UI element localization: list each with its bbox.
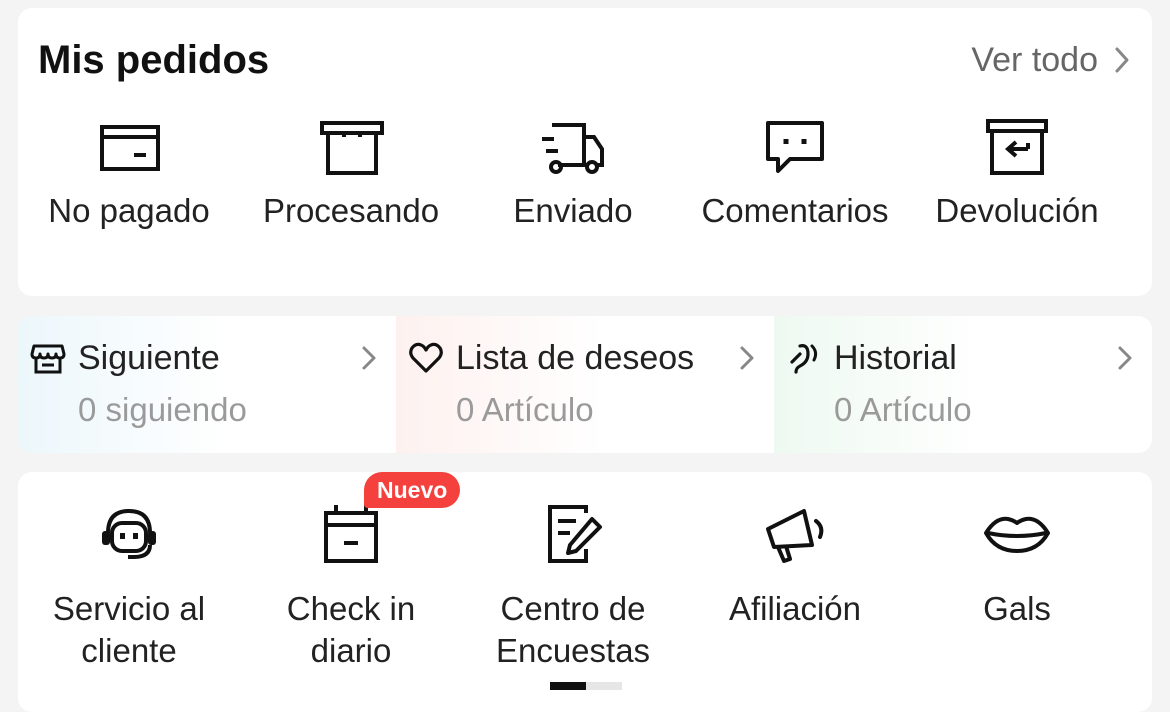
following-link[interactable]: Siguiente 0 siguiendo [18,316,396,453]
store-icon [30,340,66,376]
return-icon [982,108,1052,188]
affiliate-label: Afiliación [728,590,862,627]
services-card: Servicio al cliente Check in diario Cent… [18,472,1152,712]
orders-header: Mis pedidos Ver todo [38,36,1132,86]
order-return[interactable]: Devolución [906,108,1128,232]
orders-card: Mis pedidos Ver todo No pagado Procesand… [18,8,1152,296]
order-comments-label: Comentarios [701,192,889,229]
history-link[interactable]: Historial 0 Artículo [774,316,1152,453]
new-badge: Nuevo [364,472,461,508]
following-count: 0 siguiendo [78,391,247,428]
survey-icon [538,494,608,574]
history-title: Historial [834,339,957,377]
chevron-right-icon [1115,47,1129,73]
customer-service[interactable]: Servicio al cliente [18,494,240,672]
wishlist-link[interactable]: Lista de deseos 0 Artículo [396,316,774,453]
quick-links-card: Siguiente 0 siguiendo Lista de deseos 0 … [18,316,1152,453]
view-all-label: Ver todo [971,40,1098,79]
order-shipped-label: Enviado [513,192,633,229]
order-status-row: No pagado Procesando Enviado Comentarios… [18,108,1152,232]
wishlist-count: 0 Artículo [456,391,594,428]
gals[interactable]: Gals [906,494,1128,672]
comment-icon [760,108,830,188]
footprint-icon [786,340,822,376]
daily-check-in-label: Check in diario [286,590,416,669]
order-processing[interactable]: Procesando [240,108,462,232]
order-processing-label: Procesando [262,192,440,229]
page-indicator-active [550,682,586,690]
order-return-label: Devolución [935,192,1099,229]
history-count: 0 Artículo [834,391,972,428]
customer-service-label: Servicio al cliente [52,590,206,669]
gals-label: Gals [983,590,1051,627]
heart-icon [408,340,444,376]
chevron-right-icon [362,346,376,370]
chevron-right-icon [740,346,754,370]
order-unpaid[interactable]: No pagado [18,108,240,232]
order-shipped[interactable]: Enviado [462,108,684,232]
following-title: Siguiente [78,339,220,377]
daily-check-in[interactable]: Check in diario [240,494,462,672]
survey-center[interactable]: Centro de Encuestas [462,494,684,672]
order-comments[interactable]: Comentarios [684,108,906,232]
box-icon [316,108,386,188]
order-unpaid-label: No pagado [48,192,210,229]
services-row: Servicio al cliente Check in diario Cent… [18,494,1152,672]
truck-icon [538,108,608,188]
lips-icon [982,494,1052,574]
wallet-icon [94,108,164,188]
chevron-right-icon [1118,346,1132,370]
survey-center-label: Centro de Encuestas [495,590,651,669]
megaphone-icon [760,494,830,574]
view-all-link[interactable]: Ver todo [971,40,1132,80]
affiliate[interactable]: Afiliación [684,494,906,672]
wishlist-title: Lista de deseos [456,339,695,377]
page-indicator [550,682,622,690]
orders-title: Mis pedidos [38,38,270,82]
headset-icon [94,494,164,574]
